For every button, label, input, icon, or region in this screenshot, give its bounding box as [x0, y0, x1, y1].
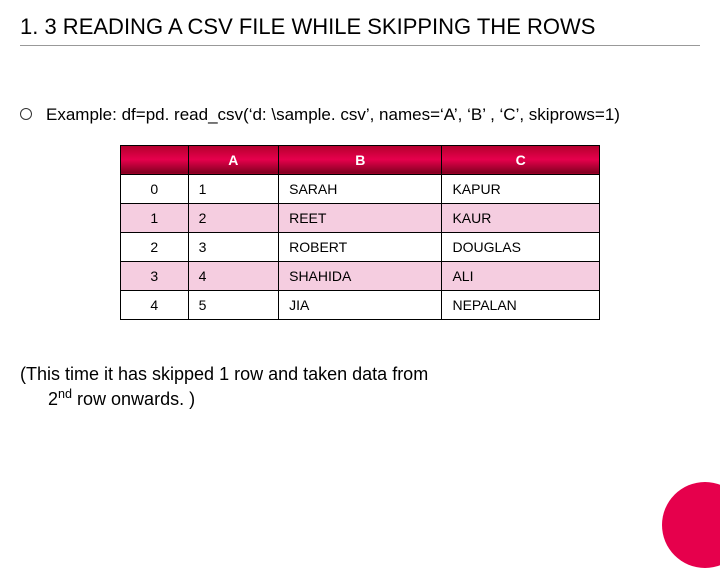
cell: KAUR [442, 203, 600, 232]
cell: 3 [121, 261, 189, 290]
cell: SARAH [279, 174, 442, 203]
table-row: 3 4 SHAHIDA ALI [121, 261, 600, 290]
footnote-num: 2 [48, 389, 58, 409]
cell: ROBERT [279, 232, 442, 261]
cell: 4 [121, 290, 189, 319]
header-c: C [442, 145, 600, 174]
slide: 1. 3 READING A CSV FILE WHILE SKIPPING T… [0, 0, 720, 540]
cell: REET [279, 203, 442, 232]
decorative-circle-icon [662, 482, 720, 568]
bullet-icon [20, 108, 32, 120]
table-header-row: A B C [121, 145, 600, 174]
footnote-line2: 2nd row onwards. ) [20, 386, 700, 411]
cell: NEPALAN [442, 290, 600, 319]
data-table-wrap: A B C 0 1 SARAH KAPUR 1 2 REET KAUR [120, 145, 600, 320]
cell: 3 [188, 232, 279, 261]
header-a: A [188, 145, 279, 174]
example-bullet: Example: df=pd. read_csv(‘d: \sample. cs… [20, 104, 700, 127]
footnote-post: row onwards. ) [72, 389, 195, 409]
cell: SHAHIDA [279, 261, 442, 290]
cell: 1 [121, 203, 189, 232]
cell: 4 [188, 261, 279, 290]
slide-title: 1. 3 READING A CSV FILE WHILE SKIPPING T… [20, 12, 700, 46]
table-row: 2 3 ROBERT DOUGLAS [121, 232, 600, 261]
table-body: 0 1 SARAH KAPUR 1 2 REET KAUR 2 3 ROBERT… [121, 174, 600, 319]
cell: DOUGLAS [442, 232, 600, 261]
example-text: Example: df=pd. read_csv(‘d: \sample. cs… [46, 104, 620, 127]
title-rest: EADING A CSV FILE WHILE SKIPPING THE ROW… [79, 14, 596, 39]
footnote-line1: (This time it has skipped 1 row and take… [20, 364, 428, 384]
title-prefix: 1. 3 R [20, 14, 79, 39]
cell: ALI [442, 261, 600, 290]
table-row: 4 5 JIA NEPALAN [121, 290, 600, 319]
header-b: B [279, 145, 442, 174]
cell: KAPUR [442, 174, 600, 203]
cell: JIA [279, 290, 442, 319]
cell: 5 [188, 290, 279, 319]
table-row: 0 1 SARAH KAPUR [121, 174, 600, 203]
footnote: (This time it has skipped 1 row and take… [20, 362, 700, 412]
header-index [121, 145, 189, 174]
cell: 1 [188, 174, 279, 203]
cell: 0 [121, 174, 189, 203]
data-table: A B C 0 1 SARAH KAPUR 1 2 REET KAUR [120, 145, 600, 320]
cell: 2 [121, 232, 189, 261]
table-row: 1 2 REET KAUR [121, 203, 600, 232]
cell: 2 [188, 203, 279, 232]
footnote-sup: nd [58, 387, 72, 401]
